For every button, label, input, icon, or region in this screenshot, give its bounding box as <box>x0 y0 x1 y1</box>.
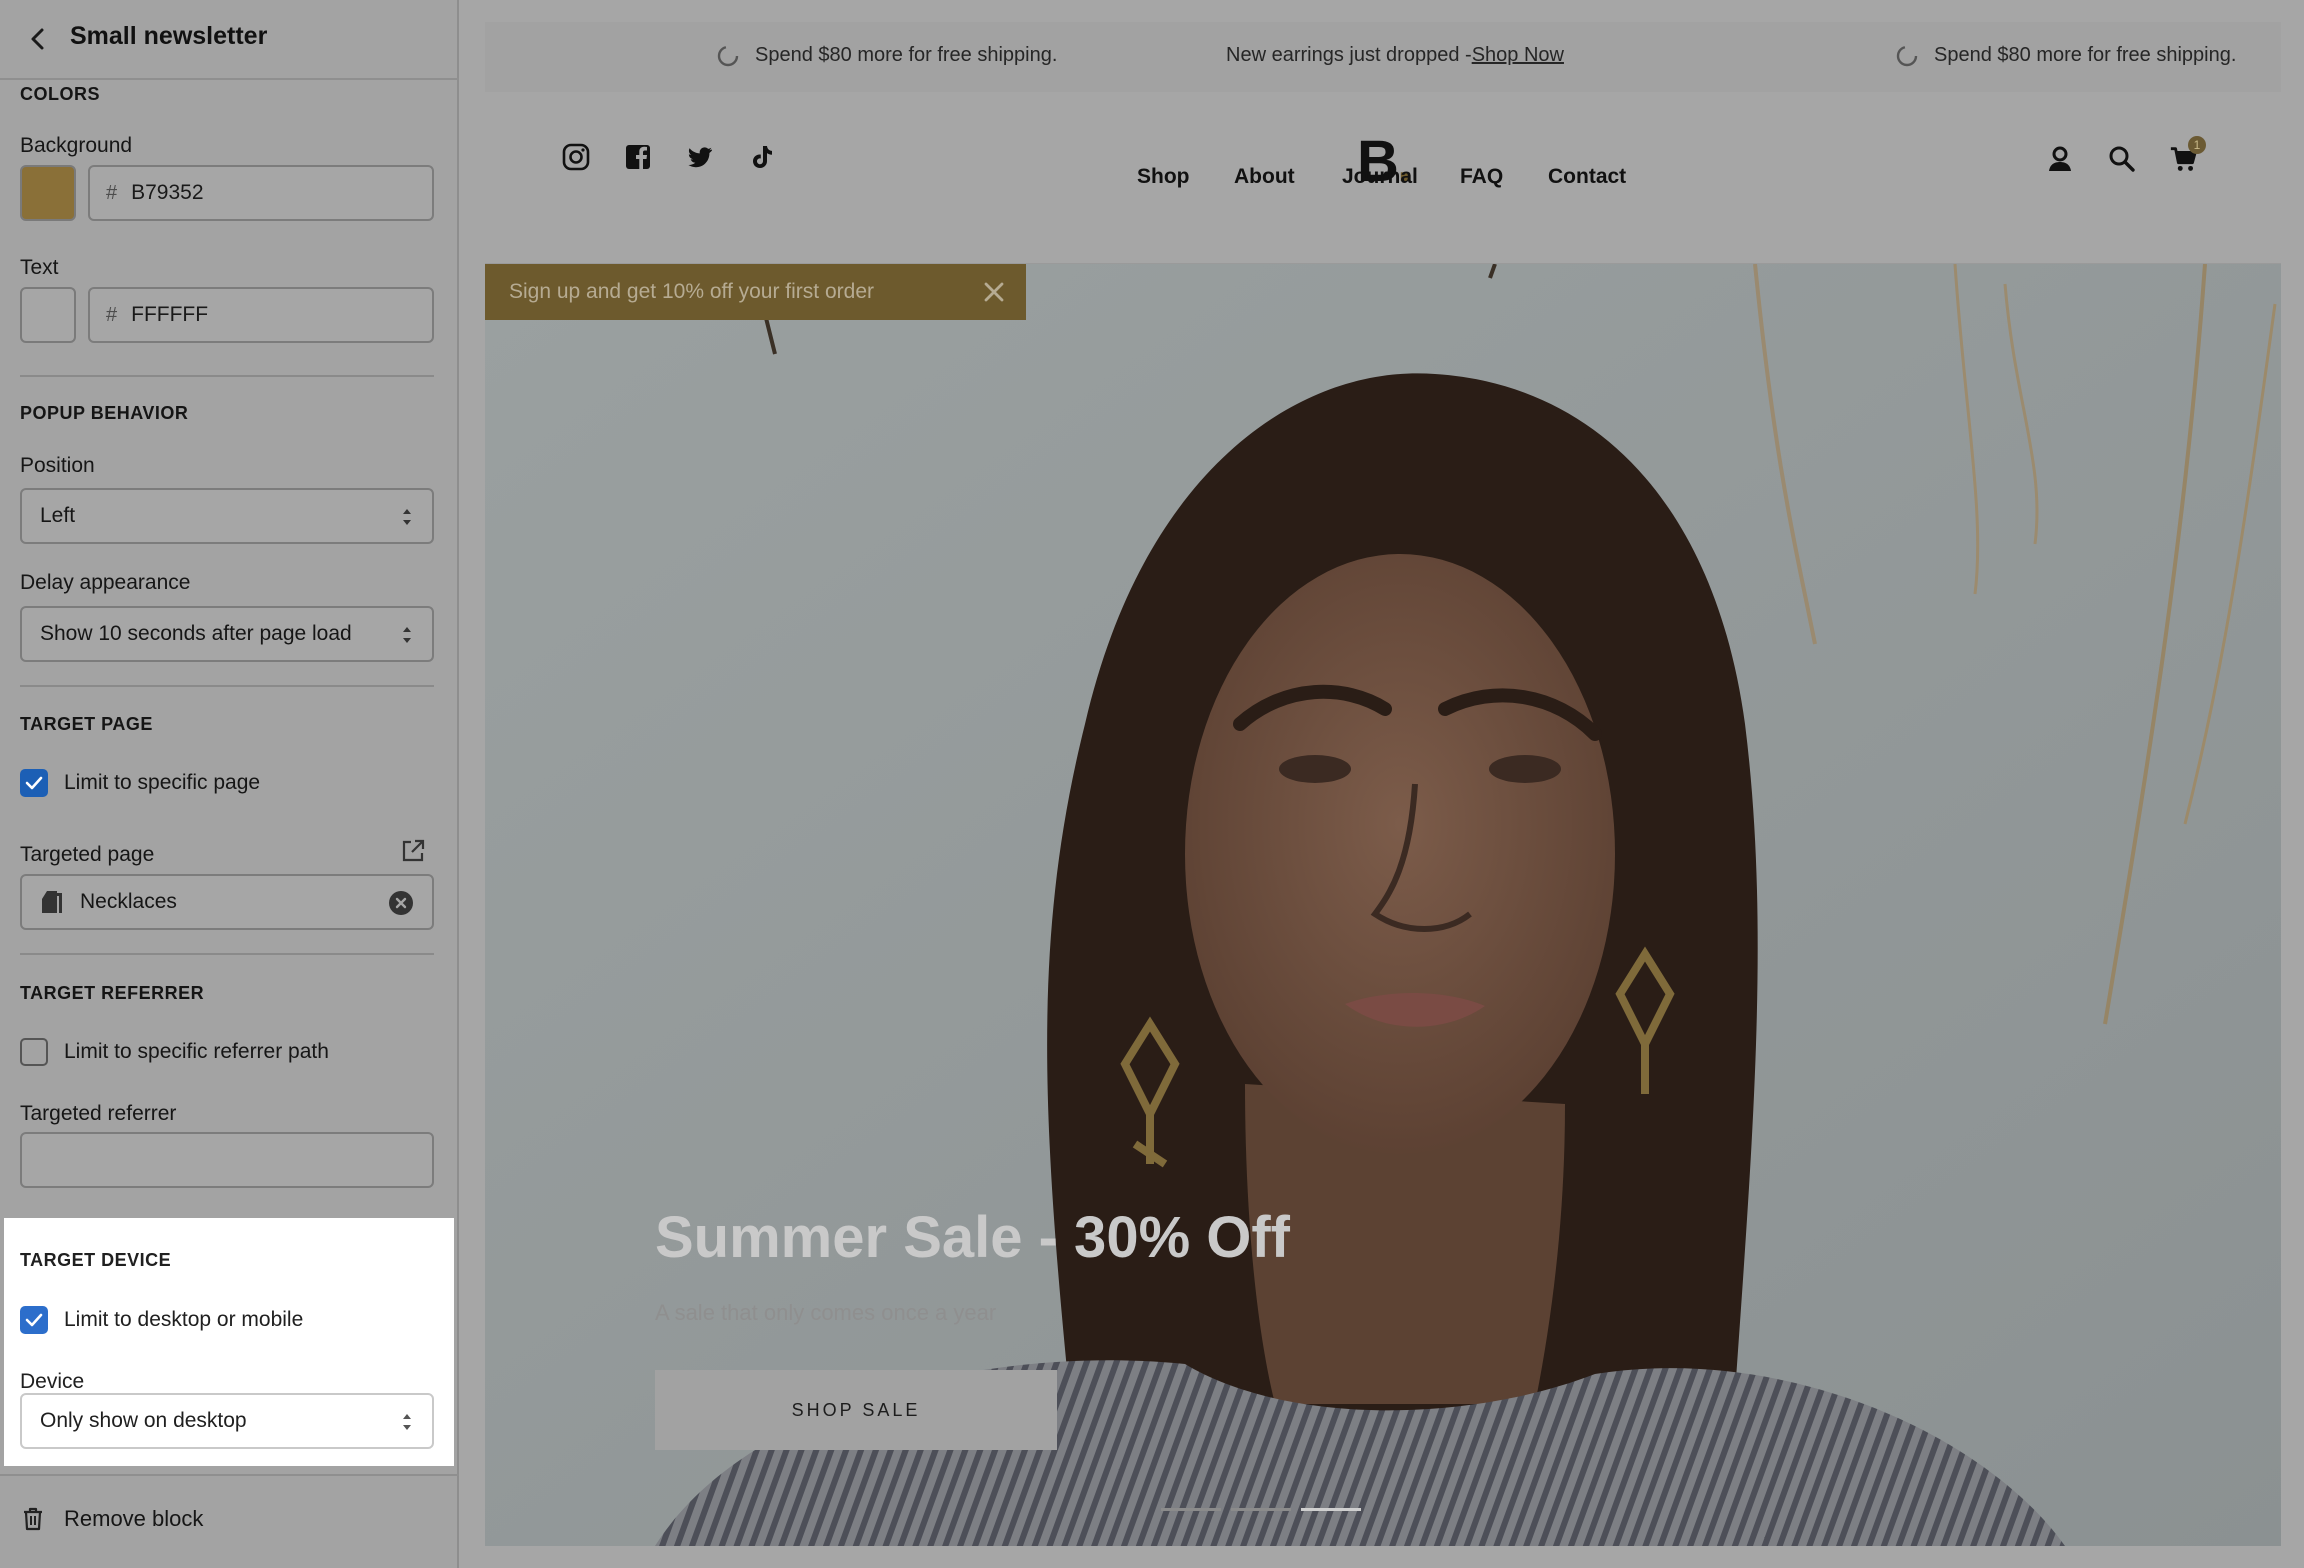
external-link-icon[interactable] <box>400 838 426 864</box>
text-color-swatch[interactable] <box>20 287 76 343</box>
targeted-page-picker[interactable]: Necklaces <box>20 874 434 930</box>
target-page-heading: TARGET PAGE <box>20 714 153 734</box>
delay-select[interactable]: Show 10 seconds after page load <box>20 606 434 662</box>
divider <box>20 953 434 955</box>
limit-page-label: Limit to specific page <box>64 771 261 794</box>
cart-count-badge: 1 <box>2188 136 2206 154</box>
hero-subtitle: A sale that only comes once a year <box>655 1300 997 1325</box>
targeted-page-value: Necklaces <box>80 890 177 913</box>
back-arrow-icon[interactable] <box>24 24 52 54</box>
limit-page-checkbox-row[interactable]: Limit to specific page <box>20 769 260 797</box>
hero-image <box>485 264 2281 1546</box>
storefront-preview: Spend $80 more for free shipping. New ea… <box>485 22 2281 1546</box>
device-select-value: Only show on desktop <box>40 1409 247 1432</box>
remove-block-button[interactable]: Remove block <box>20 1506 203 1532</box>
select-arrows-icon <box>403 627 411 643</box>
announcement-item: Spend $80 more for free shipping. <box>717 44 1057 67</box>
clear-circle-icon[interactable] <box>388 890 414 916</box>
nav-item-about[interactable]: About <box>1234 165 1295 189</box>
position-select-value: Left <box>40 504 76 527</box>
divider <box>20 685 434 687</box>
settings-sidebar: Small newsletter COLORS Background # B79… <box>0 0 459 1568</box>
trash-icon <box>24 1507 42 1531</box>
account-icon[interactable] <box>2045 144 2075 174</box>
text-hex-value: FFFFFF <box>131 303 209 326</box>
announcement-bar: Spend $80 more for free shipping. New ea… <box>485 22 2281 92</box>
popup-text: Sign up and get 10% off your first order <box>509 280 874 303</box>
background-hex-input[interactable]: # B79352 <box>88 165 434 221</box>
twitter-icon[interactable] <box>685 142 715 172</box>
facebook-icon[interactable] <box>623 142 653 172</box>
nav-item-faq[interactable]: FAQ <box>1460 165 1503 189</box>
slide-indicator[interactable] <box>1231 1508 1291 1511</box>
targeted-page-label: Targeted page <box>20 843 155 866</box>
tiktok-icon[interactable] <box>747 142 777 172</box>
announcement-text: Spend $80 more for free shipping. <box>755 44 1058 66</box>
limit-page-checkbox[interactable] <box>20 769 48 797</box>
divider <box>20 375 434 377</box>
hash-prefix: # <box>106 181 118 204</box>
shop-now-link[interactable]: Shop Now <box>1472 44 1564 67</box>
announcement-item: New earrings just dropped - Shop Now <box>1226 44 1564 67</box>
limit-device-checkbox[interactable] <box>20 1306 48 1334</box>
divider <box>0 1474 459 1476</box>
limit-referrer-checkbox-row[interactable]: Limit to specific referrer path <box>20 1038 329 1066</box>
background-color-swatch[interactable] <box>20 165 76 221</box>
sidebar-header: Small newsletter <box>0 0 459 80</box>
hash-prefix: # <box>106 303 118 326</box>
targeted-referrer-input[interactable] <box>20 1132 434 1188</box>
targeted-referrer-label: Targeted referrer <box>20 1102 177 1125</box>
delay-label: Delay appearance <box>20 571 191 594</box>
text-hex-input[interactable]: # FFFFFF <box>88 287 434 343</box>
announcement-text: New earrings just dropped - <box>1226 44 1472 66</box>
target-device-heading: TARGET DEVICE <box>20 1250 172 1270</box>
remove-block-label: Remove block <box>64 1506 204 1531</box>
popup-behavior-heading: POPUP BEHAVIOR <box>20 403 189 423</box>
checkmark-icon <box>25 776 43 790</box>
sidebar-title: Small newsletter <box>70 22 268 50</box>
target-device-section: TARGET DEVICE Limit to desktop or mobile… <box>4 1218 454 1466</box>
limit-referrer-checkbox[interactable] <box>20 1038 48 1066</box>
target-referrer-heading: TARGET REFERRER <box>20 983 205 1003</box>
select-arrows-icon <box>403 1414 411 1430</box>
limit-device-checkbox-row[interactable]: Limit to desktop or mobile <box>20 1306 303 1334</box>
collection-tag-icon <box>42 891 62 913</box>
position-select[interactable]: Left <box>20 488 434 544</box>
progress-ring-icon <box>717 45 739 66</box>
announcement-item: Spend $80 more for free shipping. <box>1896 44 2236 67</box>
position-label: Position <box>20 454 95 477</box>
background-hex-value: B79352 <box>131 181 204 204</box>
device-select[interactable]: Only show on desktop <box>20 1393 434 1449</box>
text-color-label: Text <box>20 256 59 279</box>
device-label: Device <box>20 1370 85 1393</box>
progress-ring-icon <box>1896 45 1918 66</box>
nav-item-contact[interactable]: Contact <box>1548 165 1626 189</box>
nav-item-journal[interactable]: Journal <box>1342 165 1418 189</box>
colors-heading: COLORS <box>20 84 101 104</box>
shop-sale-button[interactable]: SHOP SALE <box>655 1370 1057 1450</box>
limit-referrer-label: Limit to specific referrer path <box>64 1040 329 1063</box>
search-icon[interactable] <box>2107 144 2137 174</box>
slide-indicator-active[interactable] <box>1301 1508 1361 1511</box>
select-arrows-icon <box>403 509 411 525</box>
instagram-icon[interactable] <box>561 142 591 172</box>
hero-title: Summer Sale - 30% Off <box>655 1205 1290 1270</box>
checkmark-icon <box>25 1313 43 1327</box>
nav-item-shop[interactable]: Shop <box>1137 165 1190 189</box>
limit-device-label: Limit to desktop or mobile <box>64 1308 304 1331</box>
close-icon[interactable] <box>982 280 1006 304</box>
newsletter-popup[interactable]: Sign up and get 10% off your first order <box>485 264 1026 320</box>
announcement-text: Spend $80 more for free shipping. <box>1934 44 2237 66</box>
slide-indicator[interactable] <box>1161 1508 1221 1511</box>
background-label: Background <box>20 134 133 157</box>
delay-select-value: Show 10 seconds after page load <box>40 622 352 645</box>
